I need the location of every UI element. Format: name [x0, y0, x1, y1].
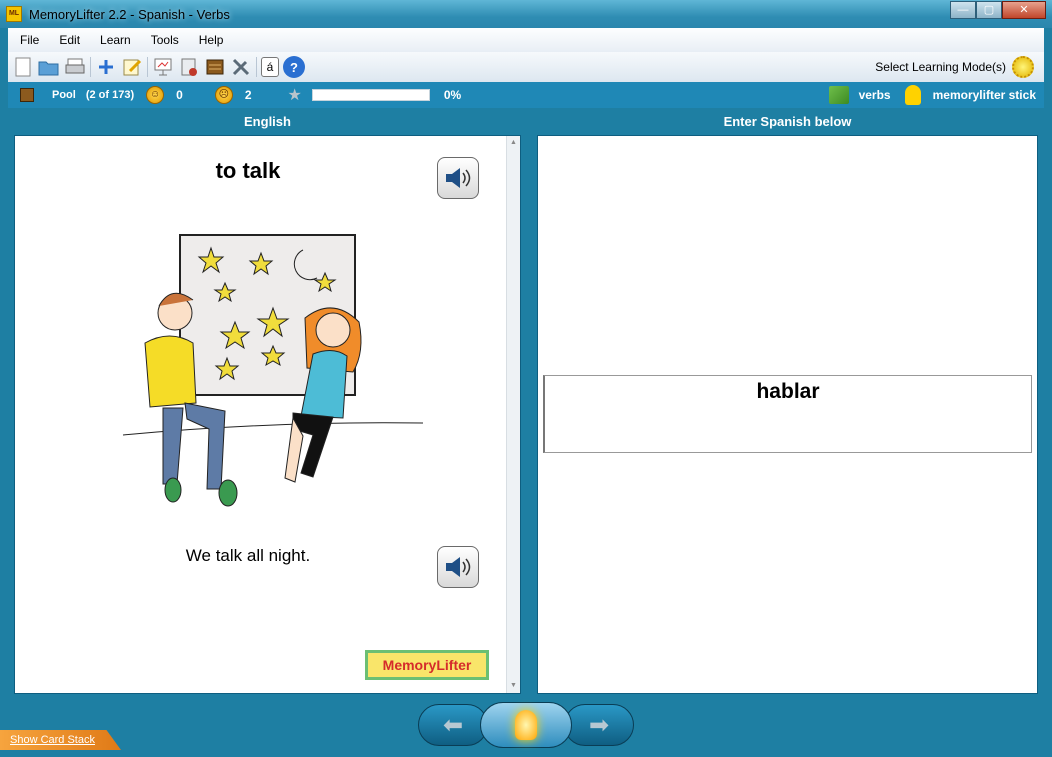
toolbar-separator — [256, 57, 257, 77]
close-button[interactable]: ✕ — [1002, 1, 1046, 19]
arrow-left-icon: ⬅ — [442, 711, 464, 739]
menu-learn[interactable]: Learn — [92, 33, 139, 47]
illustration-image — [122, 234, 424, 507]
user-icon — [904, 85, 921, 105]
menu-file[interactable]: File — [12, 33, 47, 47]
memorylifter-logo: MemoryLifter — [365, 650, 489, 680]
speaker-icon — [446, 557, 471, 577]
menu-bar: File Edit Learn Tools Help — [8, 28, 1044, 52]
hint-button[interactable] — [480, 702, 572, 748]
previous-card-button[interactable]: ⬅ — [418, 704, 488, 746]
speaker-icon — [446, 168, 471, 188]
menu-edit[interactable]: Edit — [51, 33, 88, 47]
scroll-up-arrow[interactable]: ▲ — [507, 136, 520, 150]
answer-input[interactable]: hablar — [543, 375, 1032, 453]
next-card-button[interactable]: ➡ — [564, 704, 634, 746]
toolbar-separator — [147, 57, 148, 77]
wrong-smiley-icon: ☹ — [214, 86, 233, 104]
toolbar-separator — [90, 57, 91, 77]
print-icon[interactable] — [64, 56, 86, 78]
box-icon[interactable] — [204, 56, 226, 78]
special-character-glyph: á — [266, 60, 274, 74]
dictionary-icon — [828, 86, 849, 104]
menu-help[interactable]: Help — [191, 33, 232, 47]
open-folder-icon[interactable] — [38, 56, 60, 78]
help-icon[interactable]: ? — [283, 56, 305, 78]
minimize-button[interactable]: — — [950, 1, 976, 19]
learning-mode-gear-icon[interactable] — [1012, 56, 1034, 78]
maximize-button[interactable]: ▢ — [976, 1, 1002, 19]
answer-panel: hablar — [537, 135, 1038, 694]
show-card-stack-link[interactable]: Show Card Stack — [0, 730, 121, 750]
star-icon: ★ — [287, 87, 302, 104]
scroll-down-arrow[interactable]: ▼ — [507, 679, 520, 693]
card-manager-icon[interactable] — [178, 56, 200, 78]
wrong-count: 2 — [244, 88, 252, 102]
correct-smiley-icon: ☺ — [146, 86, 165, 104]
progress-text: 0% — [443, 88, 462, 102]
status-bar: Pool (2 of 173) ☺ 0 ☹ 2 ★ 0% verbs memor… — [8, 82, 1044, 108]
tools-icon[interactable] — [230, 56, 252, 78]
window-controls: — ▢ ✕ — [950, 1, 1046, 19]
question-scrollbar[interactable]: ▲ ▼ — [506, 136, 520, 693]
dictionary-user-status: verbs memorylifter stick — [828, 82, 1036, 108]
special-character-icon[interactable]: á — [261, 57, 279, 77]
question-panel: to talk We talk all night. MemoryLifter … — [14, 135, 521, 694]
question-panel-title: English — [244, 114, 291, 129]
question-audio-button[interactable] — [437, 157, 479, 199]
add-icon[interactable] — [95, 56, 117, 78]
menu-tools[interactable]: Tools — [143, 33, 187, 47]
arrow-right-icon: ➡ — [588, 711, 610, 739]
pool-count: (2 of 173) — [85, 89, 135, 101]
app-icon: ML — [6, 6, 22, 22]
lightbulb-icon — [515, 710, 537, 740]
window-title: MemoryLifter 2.2 - Spanish - Verbs — [29, 6, 230, 22]
correct-count: 0 — [176, 88, 183, 102]
progress-bar — [311, 89, 430, 101]
dictionary-name: verbs — [858, 88, 891, 102]
example-audio-button[interactable] — [437, 546, 479, 588]
user-name: memorylifter stick — [932, 88, 1036, 102]
title-bar: ML MemoryLifter 2.2 - Spanish - Verbs — … — [0, 0, 1052, 28]
card-navigation: ⬅ ➡ — [418, 702, 634, 748]
pool-label: Pool — [52, 89, 76, 101]
help-glyph: ? — [290, 59, 298, 75]
example-sentence: We talk all night. — [185, 546, 311, 565]
answer-text: hablar — [756, 380, 820, 403]
learning-mode-label[interactable]: Select Learning Mode(s) — [875, 60, 1006, 74]
presentation-icon[interactable] — [152, 56, 174, 78]
question-word: to talk — [215, 158, 281, 183]
answer-panel-title: Enter Spanish below — [723, 114, 852, 129]
pool-box-icon — [20, 88, 34, 102]
new-document-icon[interactable] — [12, 56, 34, 78]
edit-icon[interactable] — [121, 56, 143, 78]
toolbar: á ? Select Learning Mode(s) — [8, 52, 1044, 82]
